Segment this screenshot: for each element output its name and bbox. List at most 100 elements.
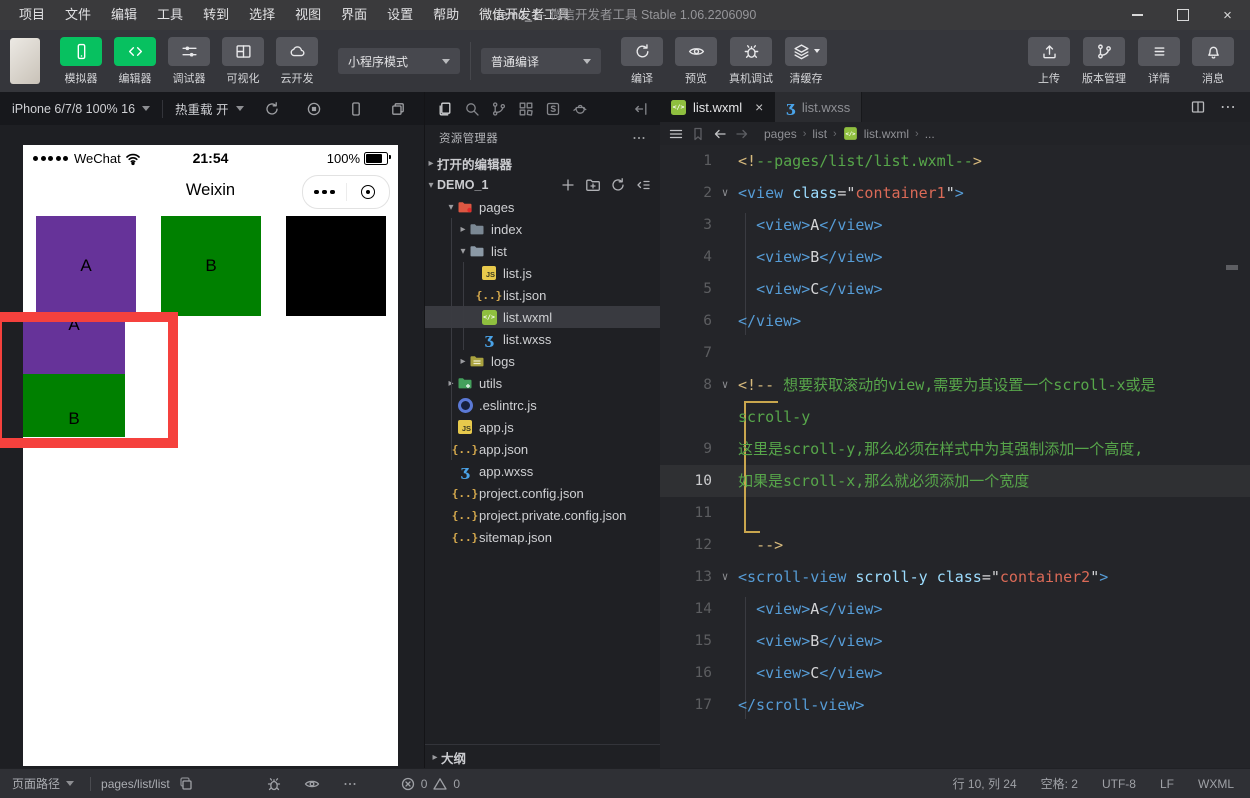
toolbar-button-code[interactable]: 编辑器 bbox=[114, 37, 156, 86]
breadcrumb-item-2[interactable]: list.wxml bbox=[864, 127, 909, 141]
branch-icon[interactable] bbox=[491, 101, 507, 117]
tree-item-list-wxml[interactable]: </>list.wxml bbox=[425, 306, 661, 328]
code-line-11[interactable]: 11 bbox=[660, 497, 1250, 529]
tree-item--eslintrc-js[interactable]: .eslintrc.js bbox=[425, 394, 661, 416]
more-options-icon[interactable] bbox=[342, 776, 358, 792]
status-item-1[interactable]: 空格: 2 bbox=[1041, 775, 1078, 792]
chevron-right-icon[interactable]: ▸ bbox=[457, 224, 469, 235]
bookmark-icon[interactable] bbox=[690, 126, 706, 142]
phoneoutline-icon[interactable] bbox=[348, 101, 364, 117]
collapseall-icon[interactable] bbox=[635, 177, 651, 193]
view-box-3[interactable] bbox=[286, 216, 386, 316]
toolbar-button-sliders[interactable]: 调试器 bbox=[168, 37, 210, 86]
grid-icon[interactable] bbox=[518, 101, 534, 117]
code-line-4[interactable]: 4 <view>B</view> bbox=[660, 241, 1250, 273]
toolbar-button-phone[interactable]: 模拟器 bbox=[60, 37, 102, 86]
tree-item-index[interactable]: ▸index bbox=[425, 218, 661, 240]
back-arrow-icon[interactable] bbox=[712, 126, 728, 142]
more-actions-icon[interactable]: ⋯ bbox=[1220, 97, 1236, 117]
tree-item-list-js[interactable]: JSlist.js bbox=[425, 262, 661, 284]
fold-chevron-icon[interactable]: ∨ bbox=[712, 177, 738, 209]
refresh-icon[interactable] bbox=[264, 101, 280, 117]
tree-item-project-config-json[interactable]: {..}project.config.json bbox=[425, 482, 661, 504]
refresh-icon[interactable] bbox=[610, 177, 626, 193]
teapot-icon[interactable] bbox=[572, 101, 588, 117]
menu-item-4[interactable]: 转到 bbox=[194, 0, 238, 30]
tree-item-app-wxss[interactable]: ʒapp.wxss bbox=[425, 460, 661, 482]
files-icon[interactable] bbox=[437, 101, 453, 117]
hot-reload-toggle[interactable]: 热重载 开 bbox=[163, 99, 255, 118]
open-editors-section[interactable]: ▸ 打开的编辑器 bbox=[425, 152, 661, 174]
menu-item-8[interactable]: 设置 bbox=[378, 0, 422, 30]
toolbar-button-branch[interactable]: 版本管理 bbox=[1082, 37, 1126, 86]
code-line-7[interactable]: 7 bbox=[660, 337, 1250, 369]
fold-chevron-icon[interactable]: ∨ bbox=[712, 369, 738, 401]
plus-icon[interactable] bbox=[560, 177, 576, 193]
toolbar-button-bug[interactable]: 真机调试 bbox=[729, 37, 773, 86]
code-line-16[interactable]: 16 <view>C</view> bbox=[660, 657, 1250, 689]
folderplus-icon[interactable] bbox=[585, 177, 601, 193]
outline-menu-icon[interactable] bbox=[668, 126, 684, 142]
chevron-down-icon[interactable]: ▾ bbox=[445, 202, 457, 213]
tree-item-list[interactable]: ▾list bbox=[425, 240, 661, 262]
mode-select[interactable]: 小程序模式 bbox=[338, 48, 460, 74]
fold-chevron-icon[interactable]: ∨ bbox=[712, 561, 738, 593]
toolbar-button-listlines[interactable]: 详情 bbox=[1138, 37, 1180, 86]
exit-button[interactable] bbox=[347, 185, 390, 199]
menu-item-3[interactable]: 工具 bbox=[148, 0, 192, 30]
user-avatar[interactable] bbox=[10, 38, 40, 84]
view-box-2[interactable]: B bbox=[161, 216, 261, 316]
status-item-0[interactable]: 行 10, 列 24 bbox=[953, 775, 1017, 792]
code-line-3[interactable]: 3 <view>A</view> bbox=[660, 209, 1250, 241]
breadcrumb-item-0[interactable]: pages bbox=[764, 127, 797, 141]
split-icon[interactable] bbox=[1190, 99, 1206, 115]
breadcrumb-item-1[interactable]: list bbox=[812, 127, 827, 141]
chevron-down-icon[interactable]: ▾ bbox=[457, 246, 469, 257]
collapseleft-icon[interactable] bbox=[633, 101, 649, 117]
breadcrumb-item-3[interactable]: ... bbox=[925, 127, 935, 141]
sbox-icon[interactable] bbox=[545, 101, 561, 117]
tree-item-list-json[interactable]: {..}list.json bbox=[425, 284, 661, 306]
status-item-2[interactable]: UTF-8 bbox=[1102, 777, 1136, 791]
code-line-10[interactable]: 10如果是scroll-x,那么就必须添加一个宽度 bbox=[660, 465, 1250, 497]
tab-close-icon[interactable]: × bbox=[755, 99, 763, 115]
code-line-6[interactable]: 6</view> bbox=[660, 305, 1250, 337]
problems-indicator[interactable]: 0 0 bbox=[400, 776, 460, 792]
tree-item-list-wxss[interactable]: ʒlist.wxss bbox=[425, 328, 661, 350]
code-line-14[interactable]: 14 <view>A</view> bbox=[660, 593, 1250, 625]
tree-item-logs[interactable]: ▸logs bbox=[425, 350, 661, 372]
tree-item-app-json[interactable]: {..}app.json bbox=[425, 438, 661, 460]
tree-item-pages[interactable]: ▾pages bbox=[425, 196, 661, 218]
forward-arrow-icon[interactable] bbox=[734, 126, 750, 142]
status-item-3[interactable]: LF bbox=[1160, 777, 1174, 791]
editor-tab-list-wxml[interactable]: </>list.wxml× bbox=[660, 92, 775, 122]
toolbar-button-eye[interactable]: 预览 bbox=[675, 37, 717, 86]
copy-path-icon[interactable] bbox=[178, 776, 194, 792]
status-item-4[interactable]: WXML bbox=[1198, 777, 1234, 791]
code-line-12[interactable]: 12 --> bbox=[660, 529, 1250, 561]
menu-item-2[interactable]: 编辑 bbox=[102, 0, 146, 30]
code-editor[interactable]: 1<!--pages/list/list.wxml-->2∨<view clas… bbox=[660, 145, 1250, 768]
code-line-2[interactable]: 2∨<view class="container1"> bbox=[660, 177, 1250, 209]
menu-item-5[interactable]: 选择 bbox=[240, 0, 284, 30]
scrollbar-thumb[interactable] bbox=[1226, 265, 1238, 270]
project-section[interactable]: ▾ DEMO_1 bbox=[425, 174, 661, 196]
tree-item-utils[interactable]: ▸utils bbox=[425, 372, 661, 394]
code-line-5[interactable]: 5 <view>C</view> bbox=[660, 273, 1250, 305]
scroll-view-border[interactable] bbox=[0, 312, 178, 448]
view-box-1[interactable]: A bbox=[36, 216, 136, 316]
menu-item-6[interactable]: 视图 bbox=[286, 0, 330, 30]
code-line-1[interactable]: 1<!--pages/list/list.wxml--> bbox=[660, 145, 1250, 177]
toolbar-button-upload[interactable]: 上传 bbox=[1028, 37, 1070, 86]
code-line-13[interactable]: 13∨<scroll-view scroll-y class="containe… bbox=[660, 561, 1250, 593]
toolbar-button-layout[interactable]: 可视化 bbox=[222, 37, 264, 86]
code-line-9[interactable]: 9这里是scroll-y,那么必须在样式中为其强制添加一个高度, bbox=[660, 433, 1250, 465]
menu-item-0[interactable]: 项目 bbox=[10, 0, 54, 30]
search-icon[interactable] bbox=[464, 101, 480, 117]
tree-item-app-js[interactable]: JSapp.js bbox=[425, 416, 661, 438]
more-button[interactable] bbox=[303, 190, 346, 195]
more-actions-icon[interactable] bbox=[631, 130, 647, 146]
toolbar-button-layers[interactable]: 清缓存 bbox=[785, 37, 827, 86]
record-icon[interactable] bbox=[306, 101, 322, 117]
code-line-8[interactable]: 8∨<!-- 想要获取滚动的view,需要为其设置一个scroll-x或是 bbox=[660, 369, 1250, 401]
